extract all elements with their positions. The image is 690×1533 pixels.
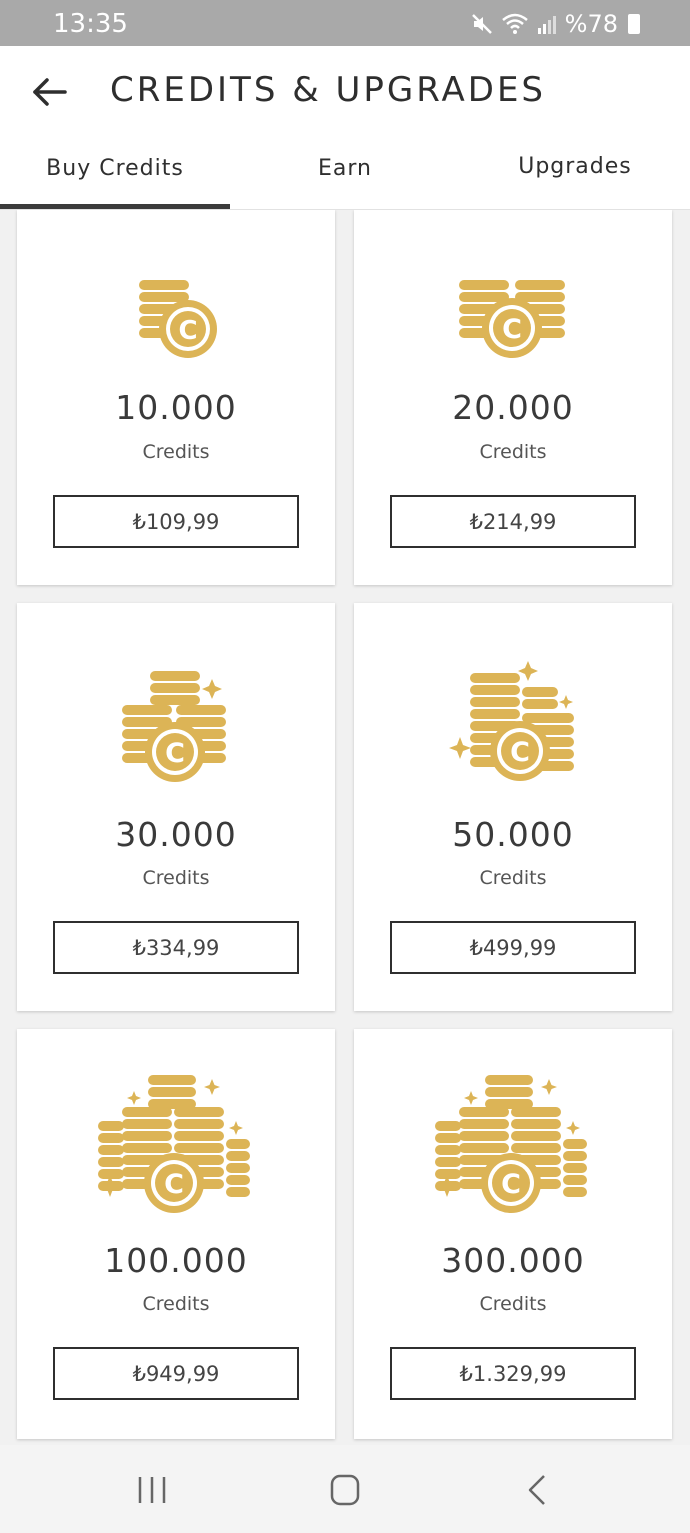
credit-packages-grid: C 10.000 Credits ₺109,99 C 20.000 Credit… bbox=[0, 210, 690, 1445]
credit-amount: 10.000 bbox=[115, 388, 237, 427]
package-card: C 20.000 Credits ₺214,99 bbox=[354, 210, 672, 585]
system-nav-bar bbox=[0, 1445, 690, 1533]
credit-unit: Credits bbox=[142, 441, 210, 463]
battery-icon bbox=[628, 14, 640, 34]
coin-stacks-sparkle-large-icon: C bbox=[354, 659, 672, 789]
signal-icon bbox=[537, 16, 556, 34]
status-icons: %78 bbox=[471, 10, 640, 38]
arrow-left-icon bbox=[33, 78, 67, 106]
tab-upgrades[interactable]: Upgrades bbox=[460, 154, 690, 206]
credit-amount: 50.000 bbox=[452, 815, 574, 854]
credit-amount: 30.000 bbox=[115, 815, 237, 854]
price-button[interactable]: ₺214,99 bbox=[390, 495, 636, 548]
svg-text:C: C bbox=[164, 1169, 184, 1200]
status-time: 13:35 bbox=[53, 9, 128, 39]
credit-amount: 100.000 bbox=[104, 1241, 248, 1280]
home-button[interactable] bbox=[325, 1473, 365, 1507]
page-title: CREDITS & UPGRADES bbox=[110, 70, 547, 110]
active-tab-indicator bbox=[0, 204, 230, 209]
recents-icon bbox=[138, 1477, 166, 1503]
svg-text:C: C bbox=[178, 316, 197, 346]
svg-text:C: C bbox=[510, 737, 530, 768]
credit-unit: Credits bbox=[479, 1293, 547, 1315]
status-bar: 13:35 %78 bbox=[0, 0, 690, 46]
package-card: C 10.000 Credits ₺109,99 bbox=[17, 210, 335, 585]
credit-unit: Credits bbox=[479, 867, 547, 889]
price-button[interactable]: ₺334,99 bbox=[53, 921, 299, 974]
mute-icon bbox=[471, 14, 492, 34]
price-button[interactable]: ₺949,99 bbox=[53, 1347, 299, 1400]
credit-amount: 300.000 bbox=[441, 1241, 585, 1280]
home-icon bbox=[330, 1474, 360, 1506]
svg-text:C: C bbox=[165, 738, 185, 769]
svg-text:C: C bbox=[501, 1169, 521, 1200]
nav-back-button[interactable] bbox=[518, 1473, 558, 1507]
tab-earn[interactable]: Earn bbox=[230, 156, 460, 208]
back-icon bbox=[528, 1475, 545, 1505]
price-button[interactable]: ₺109,99 bbox=[53, 495, 299, 548]
recents-button[interactable] bbox=[132, 1473, 172, 1507]
credit-unit: Credits bbox=[142, 867, 210, 889]
credit-unit: Credits bbox=[142, 1293, 210, 1315]
svg-text:C: C bbox=[502, 314, 522, 345]
wifi-icon bbox=[501, 13, 528, 34]
package-card: C 50.000 Credits ₺499,99 bbox=[354, 603, 672, 1011]
credit-unit: Credits bbox=[479, 441, 547, 463]
package-card: C 30.000 Credits ₺334,99 bbox=[17, 603, 335, 1011]
package-card: C 100.000 Credits ₺949,99 bbox=[17, 1029, 335, 1439]
tab-buy-credits[interactable]: Buy Credits bbox=[0, 156, 230, 208]
back-button[interactable] bbox=[30, 74, 70, 110]
coin-stacks-double-icon: C bbox=[354, 272, 672, 362]
price-button[interactable]: ₺499,99 bbox=[390, 921, 636, 974]
coin-pile-large-icon: C bbox=[354, 1071, 672, 1221]
price-button[interactable]: ₺1.329,99 bbox=[390, 1347, 636, 1400]
credit-amount: 20.000 bbox=[452, 388, 574, 427]
coin-stacks-sparkle-icon: C bbox=[17, 665, 335, 785]
package-card: C 300.000 Credits ₺1.329,99 bbox=[354, 1029, 672, 1439]
app-header: CREDITS & UPGRADES Buy Credits Earn Upgr… bbox=[0, 46, 690, 210]
battery-level: %78 bbox=[564, 10, 618, 38]
coin-stacks-small-icon: C bbox=[17, 272, 335, 362]
coin-pile-icon: C bbox=[17, 1071, 335, 1221]
